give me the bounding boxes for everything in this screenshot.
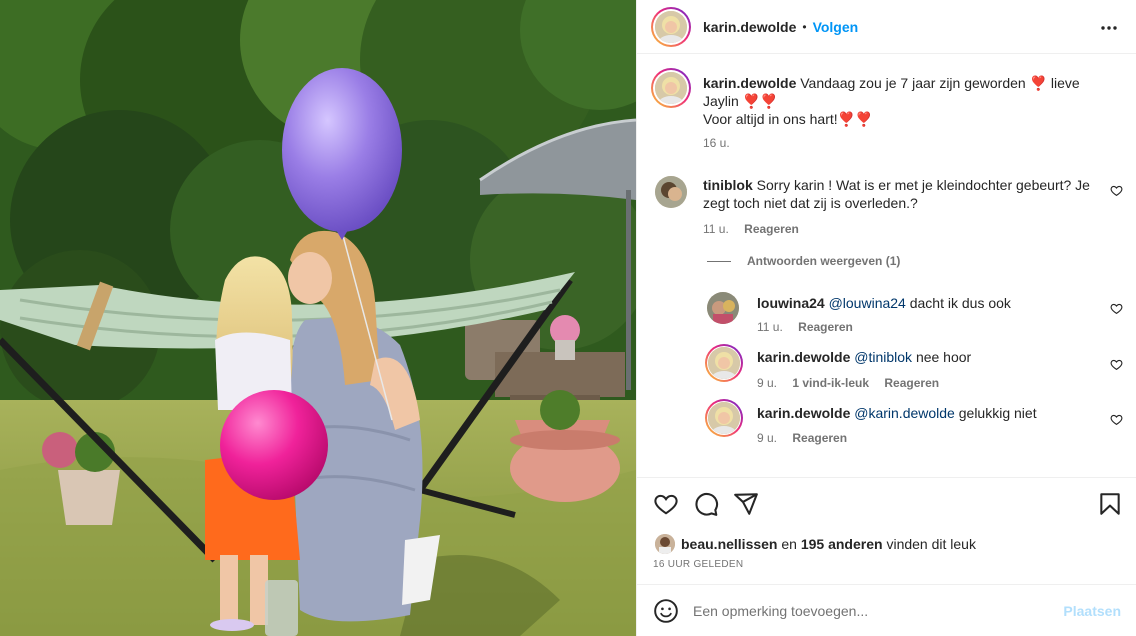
heart-icon[interactable] bbox=[653, 491, 679, 517]
reply-time[interactable]: 9 u. bbox=[757, 431, 777, 445]
heart-small-icon[interactable] bbox=[1110, 302, 1123, 315]
reply-username[interactable]: louwina24 bbox=[757, 295, 825, 311]
comment-time[interactable]: 11 u. bbox=[703, 222, 729, 236]
avatar-portrait bbox=[655, 72, 687, 104]
reply-button[interactable]: Reageren bbox=[744, 222, 799, 236]
avatar-portrait bbox=[708, 402, 740, 434]
avatar-portrait bbox=[707, 292, 739, 324]
author-username[interactable]: karin.dewolde bbox=[703, 19, 796, 35]
reply-body: gelukkig niet bbox=[958, 405, 1037, 421]
comment-icon[interactable] bbox=[693, 491, 719, 517]
show-replies-label: Antwoorden weergeven (1) bbox=[747, 254, 901, 268]
reply-meta: 9 u. Reageren bbox=[757, 431, 847, 445]
caption-time[interactable]: 16 u. bbox=[703, 136, 730, 150]
heart-small-icon[interactable] bbox=[1110, 184, 1123, 197]
reply-avatar[interactable] bbox=[705, 344, 743, 382]
action-bar bbox=[637, 477, 1136, 531]
post-photo[interactable] bbox=[0, 0, 636, 636]
heart-emoji: ❣️ bbox=[837, 111, 856, 127]
reply-like-count[interactable]: 1 vind-ik-leuk bbox=[792, 376, 869, 390]
reply-meta: 11 u. Reageren bbox=[757, 320, 853, 334]
caption-line1: Vandaag zou je 7 jaar zijn geworden bbox=[800, 75, 1026, 91]
reply-username[interactable]: karin.dewolde bbox=[757, 349, 850, 365]
comment-username[interactable]: tiniblok bbox=[703, 177, 753, 193]
caption-text: karin.dewolde Vandaag zou je 7 jaar zijn… bbox=[703, 74, 1103, 152]
avatar-portrait bbox=[655, 10, 687, 43]
post-timestamp[interactable]: 16 UUR GELEDEN bbox=[653, 559, 743, 570]
reply-text: karin.dewolde @tiniblok nee hoor bbox=[757, 348, 1097, 366]
reply-meta: 9 u. 1 vind-ik-leuk Reageren bbox=[757, 376, 939, 390]
comment-text: tiniblok Sorry karin ! Wat is er met je … bbox=[703, 176, 1103, 212]
comment-input[interactable] bbox=[693, 599, 1043, 623]
commenter-avatar[interactable] bbox=[655, 176, 687, 208]
heart-emoji: ❣️ bbox=[1029, 75, 1048, 91]
reply-avatar[interactable] bbox=[707, 292, 739, 324]
more-options-icon[interactable] bbox=[1099, 18, 1119, 38]
likes-connector: en bbox=[781, 536, 797, 552]
replies-divider bbox=[707, 260, 731, 262]
post-header: karin.dewolde • Volgen bbox=[637, 0, 1136, 54]
reply-mention[interactable]: @louwina24 bbox=[829, 295, 906, 311]
reply-time[interactable]: 11 u. bbox=[757, 320, 783, 334]
avatar-portrait bbox=[655, 534, 675, 554]
likes-others[interactable]: 195 anderen bbox=[801, 536, 883, 552]
reply-body: dacht ik dus ook bbox=[909, 295, 1011, 311]
likes-suffix: vinden dit leuk bbox=[886, 536, 976, 552]
reply-avatar[interactable] bbox=[705, 399, 743, 437]
show-replies-button[interactable]: Antwoorden weergeven (1) bbox=[707, 254, 900, 268]
comment-body: Sorry karin ! Wat is er met je kleindoch… bbox=[703, 177, 1090, 211]
reply-button[interactable]: Reageren bbox=[792, 431, 847, 445]
bookmark-icon[interactable] bbox=[1097, 491, 1123, 517]
avatar-portrait bbox=[655, 176, 687, 208]
heart-emoji: ❣️ bbox=[760, 93, 778, 109]
reply-username[interactable]: karin.dewolde bbox=[757, 405, 850, 421]
liker-avatar[interactable] bbox=[655, 534, 675, 554]
reply-button[interactable]: Reageren bbox=[798, 320, 853, 334]
caption-avatar[interactable] bbox=[651, 68, 691, 108]
heart-small-icon[interactable] bbox=[1110, 413, 1123, 426]
heart-small-icon[interactable] bbox=[1110, 358, 1123, 371]
follow-button[interactable]: Volgen bbox=[813, 19, 859, 35]
comment-meta: 11 u. Reageren bbox=[703, 222, 799, 236]
first-liker[interactable]: beau.nellissen bbox=[681, 536, 777, 552]
reply-time[interactable]: 9 u. bbox=[757, 376, 777, 390]
emoji-icon[interactable] bbox=[653, 598, 679, 624]
avatar-portrait bbox=[708, 347, 740, 379]
caption-line2: Voor altijd in ons hart! bbox=[703, 111, 838, 127]
post-side-panel: karin.dewolde • Volgen karin.dewolde Van… bbox=[636, 0, 1136, 636]
post-comment-button[interactable]: Plaatsen bbox=[1063, 603, 1121, 619]
author-avatar[interactable] bbox=[651, 6, 691, 47]
reply-text: karin.dewolde @karin.dewolde gelukkig ni… bbox=[757, 404, 1097, 422]
header-separator: • bbox=[802, 19, 807, 34]
heart-emoji: ❣️ bbox=[855, 111, 873, 127]
add-comment-bar: Plaatsen bbox=[637, 584, 1136, 636]
heart-emoji: ❣️ bbox=[742, 93, 761, 109]
share-icon[interactable] bbox=[733, 491, 759, 517]
caption-username[interactable]: karin.dewolde bbox=[703, 75, 796, 91]
reply-body: nee hoor bbox=[915, 349, 972, 365]
reply-mention[interactable]: @karin.dewolde bbox=[854, 405, 955, 421]
likes-summary: beau.nellissen en 195 anderen vinden dit… bbox=[655, 534, 976, 554]
reply-button[interactable]: Reageren bbox=[884, 376, 939, 390]
comments-list[interactable]: karin.dewolde Vandaag zou je 7 jaar zijn… bbox=[637, 54, 1136, 477]
post-photo-illustration bbox=[0, 0, 636, 636]
reply-mention[interactable]: @tiniblok bbox=[854, 349, 912, 365]
reply-text: louwina24 @louwina24 dacht ik dus ook bbox=[757, 294, 1097, 312]
